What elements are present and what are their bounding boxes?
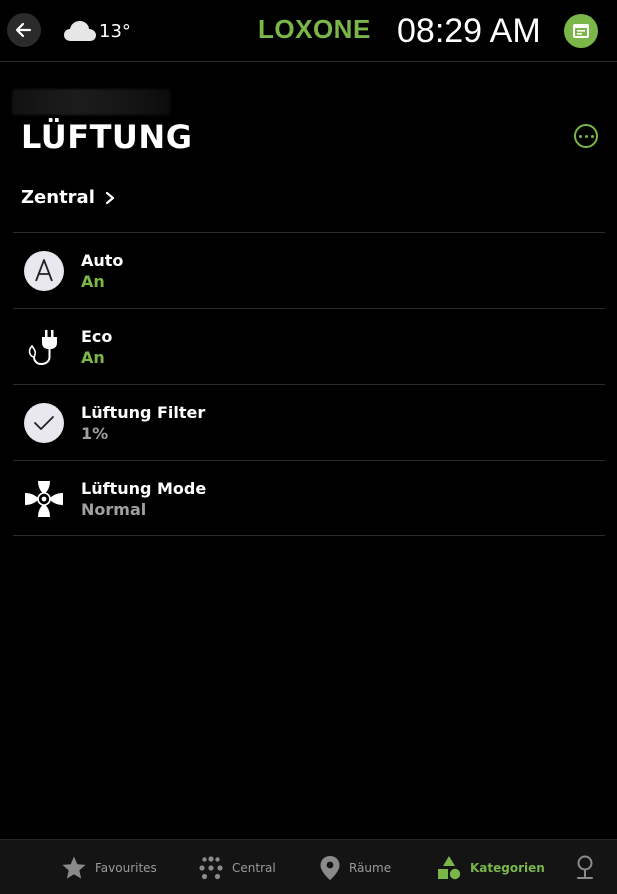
cloud-icon	[64, 21, 96, 41]
check-icon	[23, 402, 65, 444]
item-title: Lüftung Filter	[81, 403, 206, 422]
item-title: Lüftung Mode	[81, 479, 207, 498]
star-icon	[62, 856, 86, 879]
item-title: Eco	[81, 327, 113, 346]
fan-icon	[23, 478, 65, 520]
arrow-left-icon	[15, 22, 32, 38]
nav-categories[interactable]: Kategorien	[436, 840, 545, 894]
item-value: Normal	[81, 500, 147, 519]
category-list: Auto An Eco An Lüftung Filter 1% Lüftung…	[13, 232, 605, 536]
location-pin-icon	[577, 855, 593, 879]
dot	[590, 134, 594, 138]
nav-label: Favourites	[95, 860, 157, 875]
app-menu-button[interactable]	[564, 14, 598, 48]
page-title: LÜFTUNG	[21, 118, 193, 156]
nav-central[interactable]: Central	[198, 840, 276, 894]
item-value: 1%	[81, 424, 109, 443]
nav-label: Kategorien	[470, 860, 545, 875]
dot	[584, 134, 588, 138]
list-item-eco[interactable]: Eco An	[13, 308, 605, 384]
chevron-right-icon	[105, 191, 114, 204]
redacted-label	[12, 89, 170, 115]
section-label: Zentral	[21, 187, 95, 208]
list-item-mode[interactable]: Lüftung Mode Normal	[13, 460, 605, 536]
clock: 08:29 AM	[397, 12, 541, 50]
temperature: 13°	[99, 20, 131, 42]
eco-plug-icon	[23, 326, 65, 368]
list-item-filter[interactable]: Lüftung Filter 1%	[13, 384, 605, 460]
item-value: An	[81, 272, 105, 291]
section-zentral[interactable]: Zentral	[21, 187, 115, 208]
item-value: An	[81, 348, 105, 367]
nav-location[interactable]	[575, 840, 595, 894]
nav-label: Räume	[349, 860, 392, 875]
weather-widget[interactable]: 13°	[63, 16, 131, 46]
nav-label: Central	[232, 860, 276, 875]
list-item-auto[interactable]: Auto An	[13, 232, 605, 308]
item-title: Auto	[81, 251, 124, 270]
more-options-button[interactable]	[574, 124, 598, 148]
dot	[578, 134, 582, 138]
top-bar: 13° LOXONE 08:29 AM	[0, 0, 617, 62]
shapes-icon	[438, 855, 461, 879]
dots-grid-icon	[199, 855, 223, 879]
brand-logo: LOXONE	[258, 14, 371, 44]
bottom-navigation: Favourites Central Räume Kategorien	[0, 839, 617, 894]
back-button[interactable]	[7, 13, 41, 47]
auto-icon	[23, 250, 65, 292]
nav-favourites[interactable]: Favourites	[61, 840, 157, 894]
window-icon	[573, 24, 589, 38]
map-pin-icon	[320, 855, 340, 880]
nav-rooms[interactable]: Räume	[319, 840, 391, 894]
